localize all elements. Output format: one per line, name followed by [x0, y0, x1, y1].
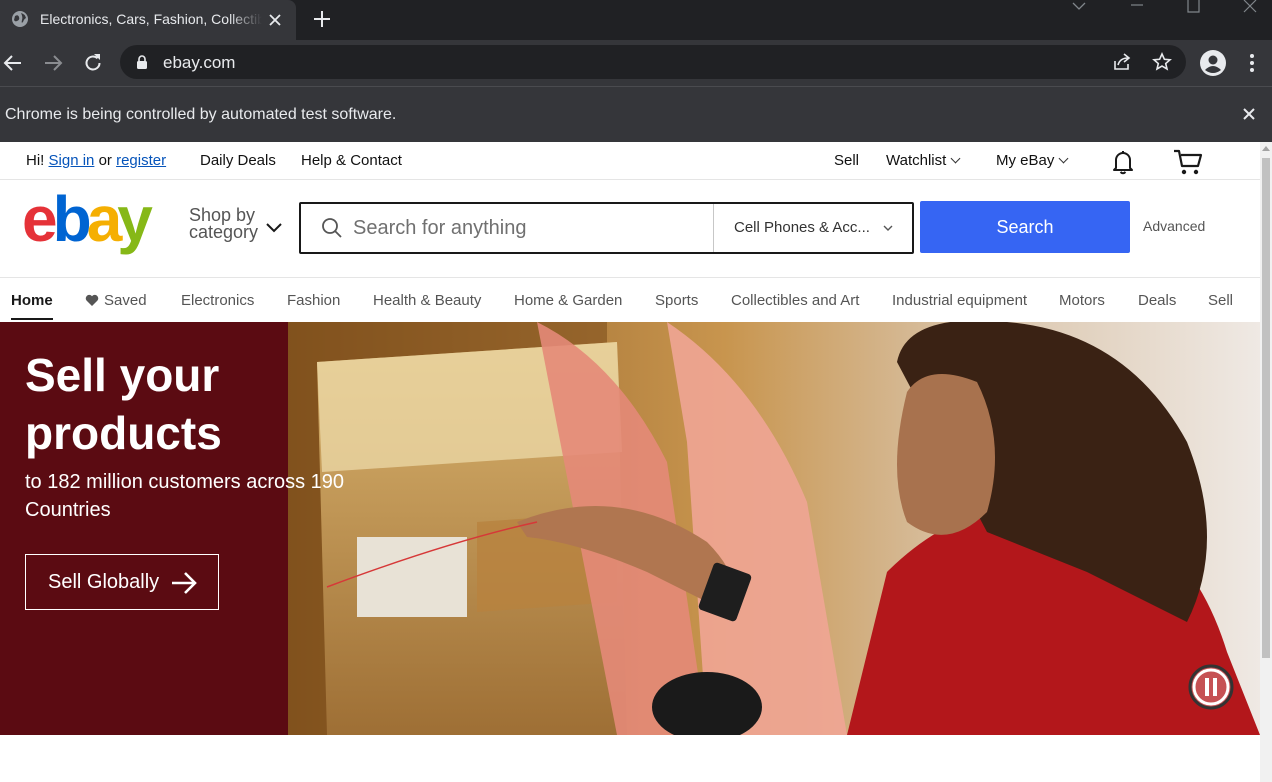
hero-subtitle: to 182 million customers across 190 Coun… — [25, 471, 345, 521]
minimize-icon[interactable] — [1114, 0, 1160, 14]
back-icon[interactable] — [2, 52, 24, 74]
maximize-icon[interactable] — [1170, 0, 1216, 14]
search-button[interactable]: Search — [920, 201, 1130, 253]
hero-banner[interactable]: Sell your products to 182 million custom… — [0, 322, 1260, 735]
infobar-text: Chrome is being controlled by automated … — [5, 106, 397, 123]
svg-text:ebay: ebay — [22, 193, 153, 255]
close-icon[interactable] — [266, 11, 284, 29]
scroll-up-arrow[interactable] — [1262, 146, 1270, 151]
cart-icon[interactable] — [1173, 148, 1203, 176]
star-icon[interactable] — [1152, 52, 1172, 72]
chevron-down-icon — [1058, 153, 1069, 164]
category-navigation: Home Saved Electronics Fashion Health & … — [0, 278, 1260, 322]
or-text: or — [98, 152, 112, 169]
daily-deals-link[interactable]: Daily Deals — [200, 152, 276, 169]
lock-icon[interactable] — [136, 55, 148, 69]
shop-by-category-button[interactable]: Shop by category — [189, 206, 259, 242]
category-select[interactable]: Cell Phones & Acc... — [713, 204, 912, 252]
page-scrollbar[interactable] — [1260, 142, 1272, 782]
menu-icon[interactable] — [1241, 52, 1263, 74]
my-ebay-dropdown[interactable]: My eBay — [996, 152, 1069, 169]
share-icon[interactable] — [1112, 52, 1132, 72]
tab-collectibles-art[interactable]: Collectibles and Art — [731, 292, 859, 309]
greeting-text: Hi! — [26, 152, 45, 169]
watchlist-dropdown[interactable]: Watchlist — [886, 152, 961, 169]
tab-saved[interactable]: Saved — [85, 292, 147, 309]
chevron-down-icon[interactable] — [264, 218, 284, 238]
my-ebay-label: My eBay — [996, 152, 1055, 169]
plus-icon[interactable] — [312, 9, 332, 29]
search-input[interactable] — [353, 212, 703, 244]
pause-icon[interactable] — [1187, 663, 1235, 711]
sell-globally-button[interactable]: Sell Globally — [25, 554, 219, 610]
automation-infobar: Chrome is being controlled by automated … — [0, 86, 1272, 142]
greeting: Hi! Sign in or register — [26, 152, 166, 169]
chevron-down-icon — [950, 153, 961, 164]
ebay-page: Hi! Sign in or register Daily Deals Help… — [0, 142, 1260, 782]
search-box: Cell Phones & Acc... — [299, 202, 914, 254]
browser-toolbar: ebay.com — [0, 40, 1272, 86]
url-text[interactable]: ebay.com — [163, 53, 235, 73]
profile-icon[interactable] — [1199, 49, 1227, 77]
tab-sports[interactable]: Sports — [655, 292, 698, 309]
register-link[interactable]: register — [116, 152, 166, 169]
chevron-down-icon[interactable] — [1056, 0, 1102, 14]
browser-tab[interactable]: Electronics, Cars, Fashion, Collectibles… — [0, 0, 296, 40]
hero-title: Sell your products — [25, 349, 222, 459]
help-contact-link[interactable]: Help & Contact — [301, 152, 402, 169]
tab-title: Electronics, Cars, Fashion, Collectibles… — [40, 11, 262, 27]
close-icon[interactable] — [1241, 106, 1257, 122]
ebay-logo[interactable]: ebay — [22, 193, 172, 259]
tab-saved-label: Saved — [104, 292, 147, 309]
category-label: category — [189, 222, 259, 242]
category-select-value: Cell Phones & Acc... — [734, 219, 870, 236]
globe-icon — [12, 11, 28, 27]
hero-photo — [287, 322, 1260, 735]
tab-home[interactable]: Home — [11, 292, 53, 309]
header: ebay Shop by category Cell Phones & Acc.… — [0, 180, 1260, 278]
sign-in-link[interactable]: Sign in — [49, 152, 95, 169]
sell-link[interactable]: Sell — [834, 152, 859, 169]
advanced-search-link[interactable]: Advanced — [1143, 218, 1205, 234]
tab-electronics[interactable]: Electronics — [181, 292, 254, 309]
tab-industrial-equipment[interactable]: Industrial equipment — [892, 292, 1027, 309]
scroll-thumb[interactable] — [1262, 158, 1270, 658]
tab-deals[interactable]: Deals — [1138, 292, 1176, 309]
arrow-right-icon — [172, 572, 197, 594]
bell-icon[interactable] — [1111, 149, 1135, 175]
tab-sell[interactable]: Sell — [1208, 292, 1233, 309]
tab-home-garden[interactable]: Home & Garden — [514, 292, 622, 309]
top-navigation: Hi! Sign in or register Daily Deals Help… — [0, 142, 1260, 180]
tab-fashion[interactable]: Fashion — [287, 292, 340, 309]
sell-globally-label: Sell Globally — [48, 570, 160, 593]
search-icon — [322, 218, 342, 238]
reload-icon[interactable] — [82, 52, 104, 74]
tab-health-beauty[interactable]: Health & Beauty — [373, 292, 481, 309]
address-bar[interactable]: ebay.com — [120, 45, 1186, 79]
tab-motors[interactable]: Motors — [1059, 292, 1105, 309]
chevron-down-icon — [883, 225, 893, 231]
browser-tabstrip: Electronics, Cars, Fashion, Collectibles… — [0, 0, 1272, 40]
forward-icon[interactable] — [42, 52, 64, 74]
watchlist-label: Watchlist — [886, 152, 947, 169]
active-tab-indicator — [11, 318, 53, 320]
heart-icon — [85, 294, 99, 306]
window-close-icon[interactable] — [1226, 0, 1272, 14]
